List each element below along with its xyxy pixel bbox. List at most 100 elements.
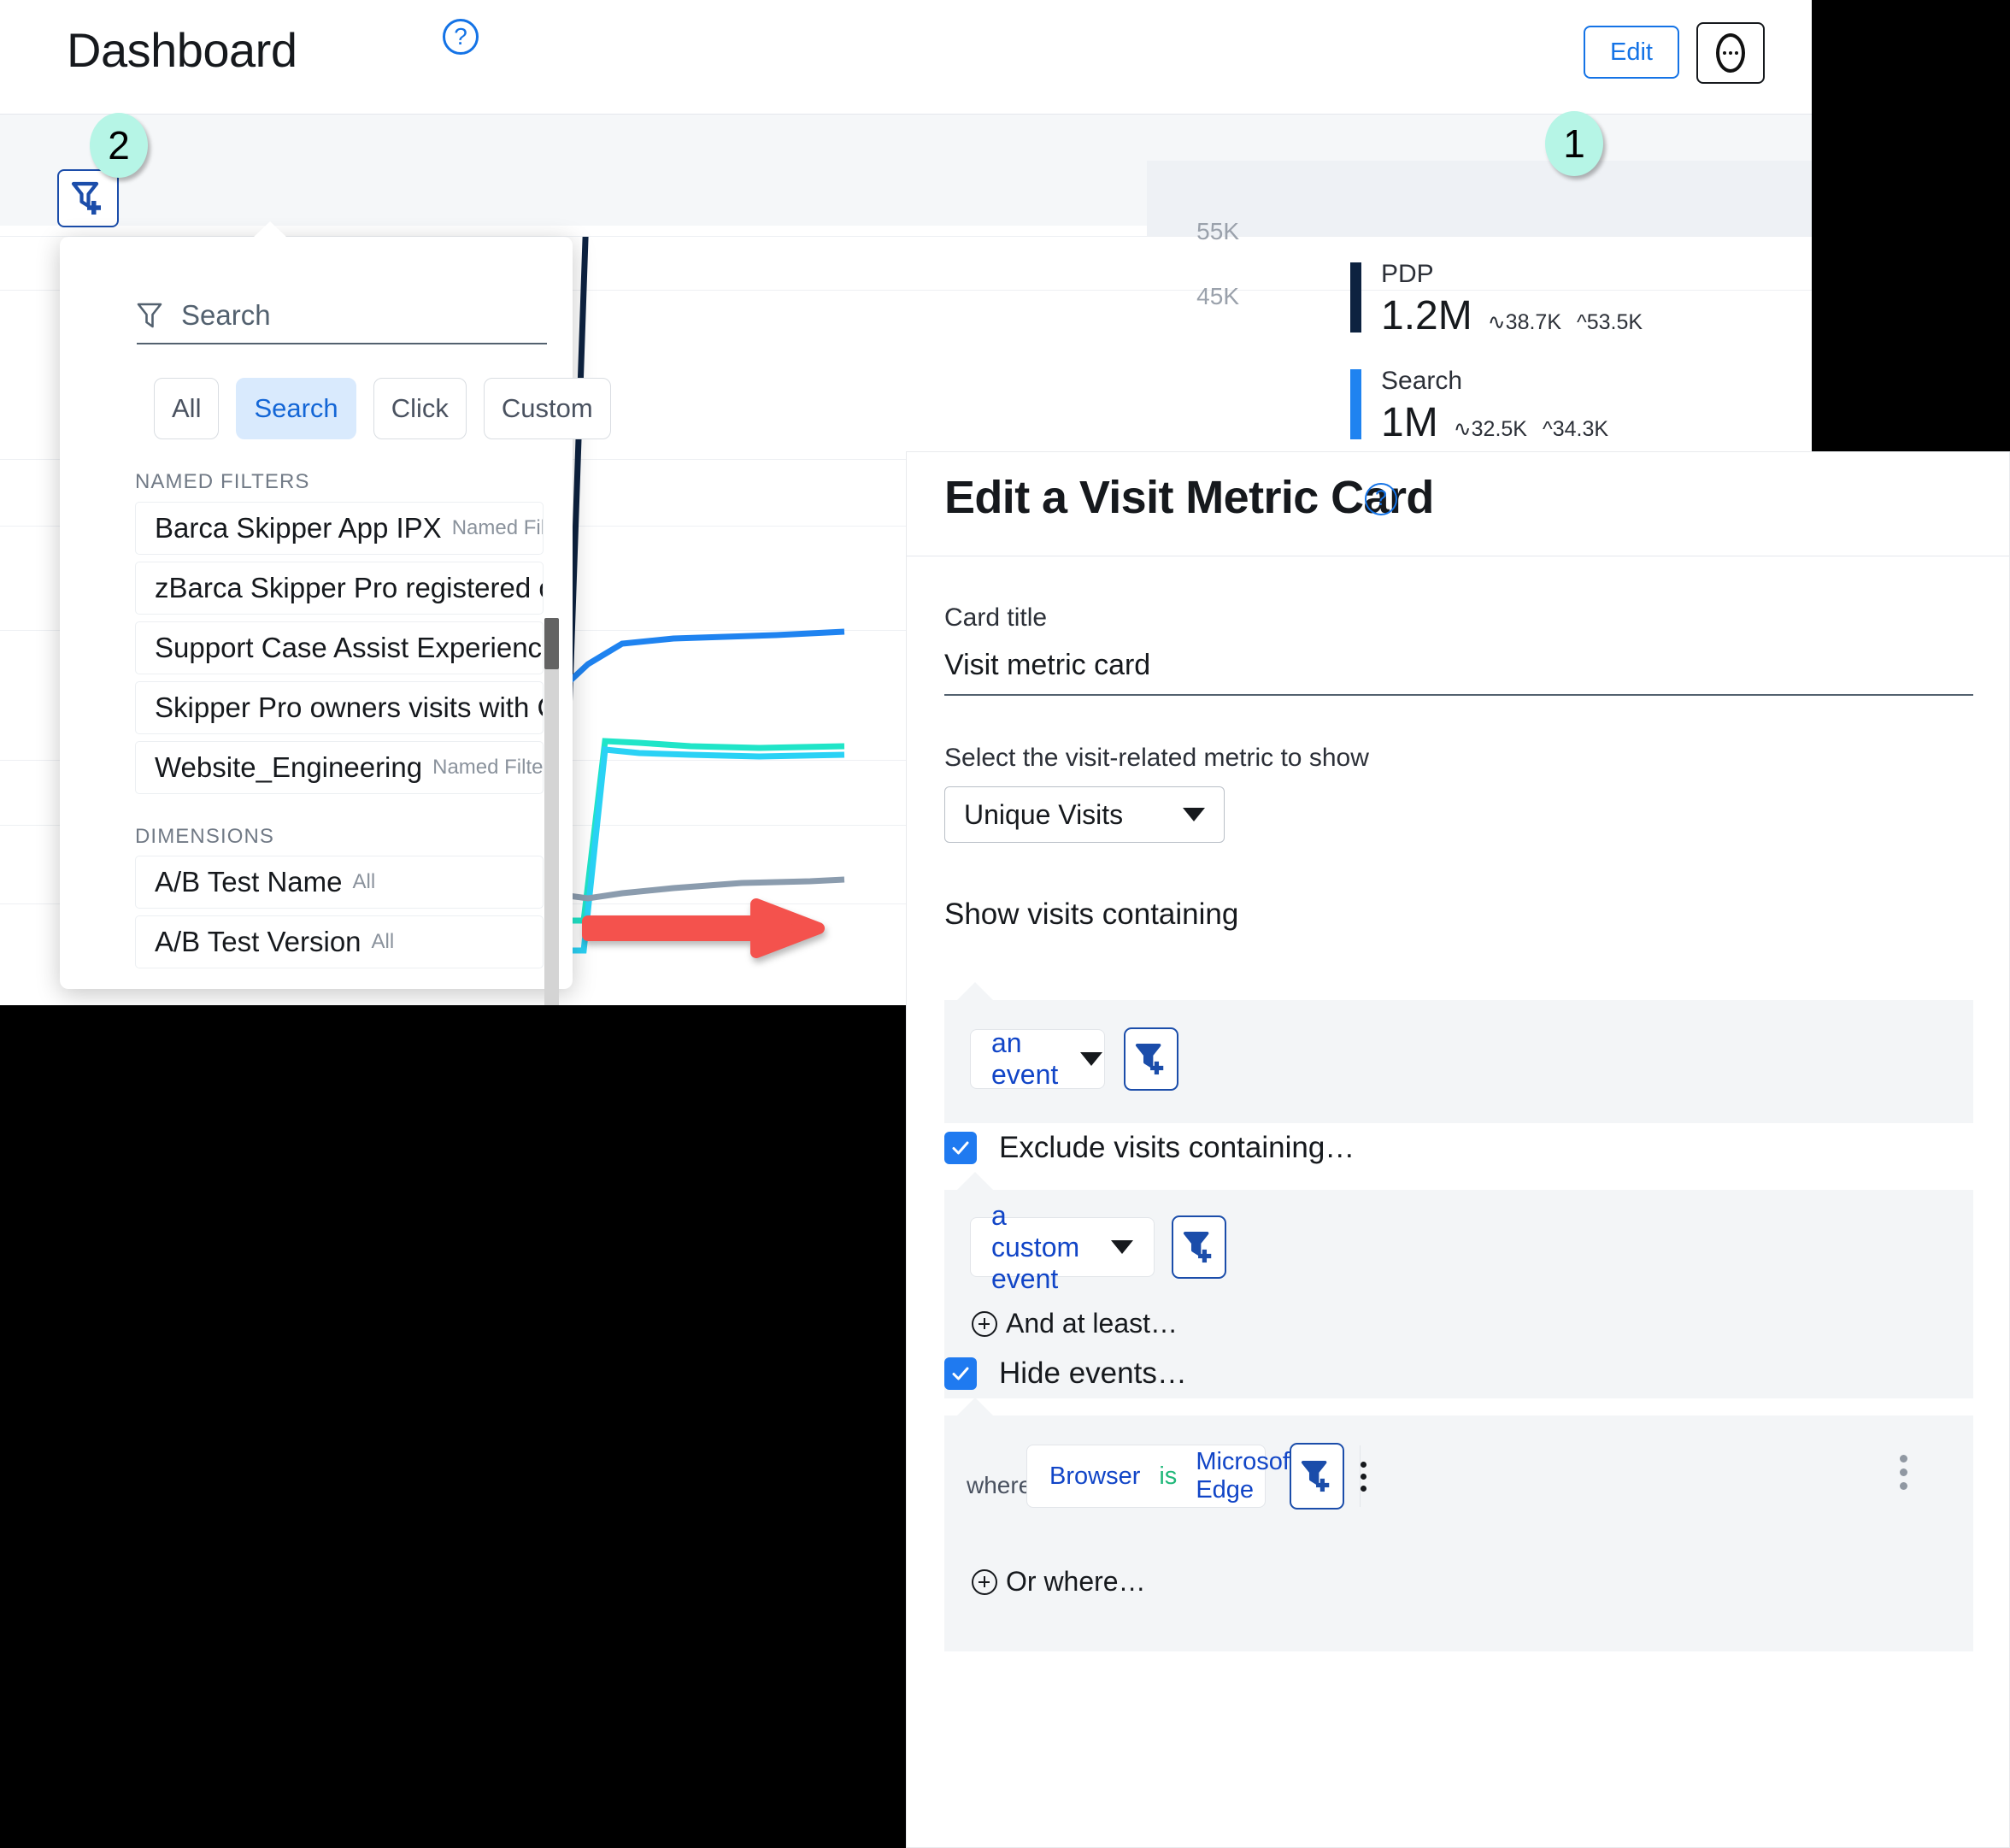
legend-series-total: 1M <box>1381 400 1438 445</box>
list-item-tag: Named Filter <box>432 756 544 779</box>
panel-notch <box>956 1398 994 1416</box>
dropdown-caret <box>253 221 287 238</box>
plus-circle-icon <box>972 1568 997 1595</box>
filter-add-icon <box>1183 1231 1212 1263</box>
legend-series-name: Search <box>1381 367 1463 395</box>
show-visits-event-select[interactable]: an event <box>970 1027 1105 1090</box>
hide-events-label: Hide events… <box>999 1357 1187 1390</box>
hide-where-label: where <box>967 1472 1032 1498</box>
filter-segment-click[interactable]: Click <box>373 378 467 439</box>
metric-select-value: Unique Visits <box>964 798 1124 830</box>
list-item[interactable]: Website_Engineering Named Filter <box>135 741 544 794</box>
list-item-tag: All <box>371 930 395 953</box>
more-options-button[interactable] <box>1696 22 1765 84</box>
legend-swatch <box>1350 369 1361 439</box>
filter-add-icon <box>1301 1460 1330 1492</box>
panel-notch <box>956 1172 994 1191</box>
list-item-name: Website_Engineering <box>155 751 423 783</box>
hide-events-checkbox[interactable] <box>944 1357 977 1390</box>
help-circle-icon[interactable]: ? <box>1365 483 1397 515</box>
filter-segment-search[interactable]: Search <box>236 378 356 439</box>
hide-condition-value: Microsoft Edge <box>1196 1448 1296 1504</box>
screenshot-letterbox <box>0 1005 906 1848</box>
kebab-menu-icon <box>1900 1455 1907 1490</box>
plus-circle-icon <box>972 1310 997 1337</box>
exclude-event-select[interactable]: a custom event <box>970 1200 1155 1294</box>
list-item[interactable]: A/B Test Name All <box>135 856 544 909</box>
legend-series-peak: ^34.3K <box>1542 417 1609 441</box>
chart-legend: PDP 1.2M ∿38.7K ^53.5K Search 1M ∿32.5K … <box>1350 257 1692 471</box>
card-title-label: Card title <box>944 603 1048 632</box>
app-header: Dashboard ? Edit <box>0 0 1812 115</box>
list-item-name: A/B Test Name <box>155 866 343 898</box>
date-range-group: ❮ Apr 22, 2023toMay 22, 2023 <box>1147 161 1812 236</box>
edit-visit-metric-card-modal: Edit a Visit Metric Card ? Card title Se… <box>906 451 2010 1848</box>
callout-badge-2: 2 <box>90 113 148 178</box>
legend-series-total: 1.2M <box>1381 293 1472 338</box>
card-title-input[interactable] <box>944 643 1973 696</box>
modal-header: Edit a Visit Metric Card ? <box>907 452 2009 556</box>
list-item-name: zBarca Skipper Pro registered ow… <box>155 572 543 603</box>
page-title: Dashboard <box>67 23 297 77</box>
filter-search-row[interactable]: Search <box>137 288 547 344</box>
list-item-name: Skipper Pro owners visits with Cli… <box>155 692 543 723</box>
add-filter-button[interactable] <box>57 169 119 227</box>
hide-condition-row[interactable]: Browser is Microsoft Edge <box>1026 1445 1366 1508</box>
show-visits-event-value: an event <box>991 1027 1059 1090</box>
exclude-visits-label: Exclude visits containing… <box>999 1131 1355 1164</box>
metric-select-label: Select the visit-related metric to show <box>944 744 1369 772</box>
metric-select[interactable]: Unique Visits <box>944 786 1225 843</box>
list-item-name: Support Case Assist Experience <box>155 632 544 663</box>
list-item[interactable]: Skipper Pro owners visits with Cli… <box>135 681 544 734</box>
named-filters-heading: NAMED FILTERS <box>135 470 310 493</box>
list-item-name: Barca Skipper App IPX <box>155 512 442 544</box>
hide-condition-menu-button[interactable] <box>1359 1445 1366 1507</box>
exclude-add-condition[interactable]: And at least… <box>972 1308 1178 1339</box>
hide-panel-menu-button[interactable] <box>1900 1455 1907 1490</box>
exclude-visits-checkbox[interactable] <box>944 1132 977 1164</box>
chevron-down-icon <box>1183 808 1205 821</box>
show-visits-filter-button[interactable] <box>1124 1027 1178 1091</box>
filter-dropdown-panel: Search All Search Click Custom NAMED FIL… <box>60 221 611 1005</box>
legend-series-avg: ∿38.7K <box>1487 310 1562 334</box>
kebab-menu-icon <box>1360 1461 1366 1492</box>
dropdown-scrollbar[interactable] <box>544 618 559 1005</box>
hide-condition-dimension: Browser <box>1049 1462 1141 1490</box>
filter-search-placeholder: Search <box>181 299 271 331</box>
dimensions-heading: DIMENSIONS <box>135 825 275 848</box>
filter-type-segments: All Search Click Custom <box>154 378 611 439</box>
list-item[interactable]: A/B Test Version All <box>135 915 544 968</box>
chevron-down-icon <box>1111 1240 1133 1254</box>
callout-badge-1: 1 <box>1545 111 1603 176</box>
help-circle-icon[interactable]: ? <box>443 19 479 55</box>
hide-condition-operator: is <box>1159 1462 1178 1490</box>
list-item-name: A/B Test Version <box>155 926 361 957</box>
hide-add-condition[interactable]: Or where… <box>972 1566 1146 1598</box>
filter-segment-custom[interactable]: Custom <box>483 378 611 439</box>
legend-item: PDP 1.2M ∿38.7K ^53.5K <box>1350 257 1692 347</box>
legend-swatch <box>1350 262 1361 333</box>
modal-title: Edit a Visit Metric Card <box>944 472 1434 523</box>
filter-add-icon <box>71 181 101 215</box>
legend-series-peak: ^53.5K <box>1577 310 1643 334</box>
exclude-event-value: a custom event <box>991 1199 1080 1294</box>
list-item-tag: Named Filter <box>451 516 544 539</box>
list-item[interactable]: Barca Skipper App IPX Named Filter <box>135 502 544 555</box>
filter-segment-all[interactable]: All <box>154 378 220 439</box>
hide-filter-button[interactable] <box>1290 1443 1344 1510</box>
check-icon <box>952 1141 969 1155</box>
exclude-add-label: And at least… <box>1006 1308 1178 1339</box>
list-item-tag: All <box>352 870 376 893</box>
show-visits-label: Show visits containing <box>944 898 1239 931</box>
exclude-filter-button[interactable] <box>1172 1215 1226 1279</box>
more-options-icon <box>1716 33 1745 73</box>
edit-button[interactable]: Edit <box>1584 26 1679 79</box>
check-icon <box>952 1367 969 1380</box>
filter-add-icon <box>1135 1043 1164 1075</box>
legend-item: Search 1M ∿32.5K ^34.3K <box>1350 364 1692 454</box>
list-item[interactable]: Support Case Assist Experience N… <box>135 621 544 674</box>
red-arrow-icon <box>582 898 825 958</box>
legend-series-name: PDP <box>1381 260 1434 288</box>
list-item[interactable]: zBarca Skipper Pro registered ow… <box>135 562 544 615</box>
dropdown-scrollbar-thumb[interactable] <box>544 618 559 669</box>
